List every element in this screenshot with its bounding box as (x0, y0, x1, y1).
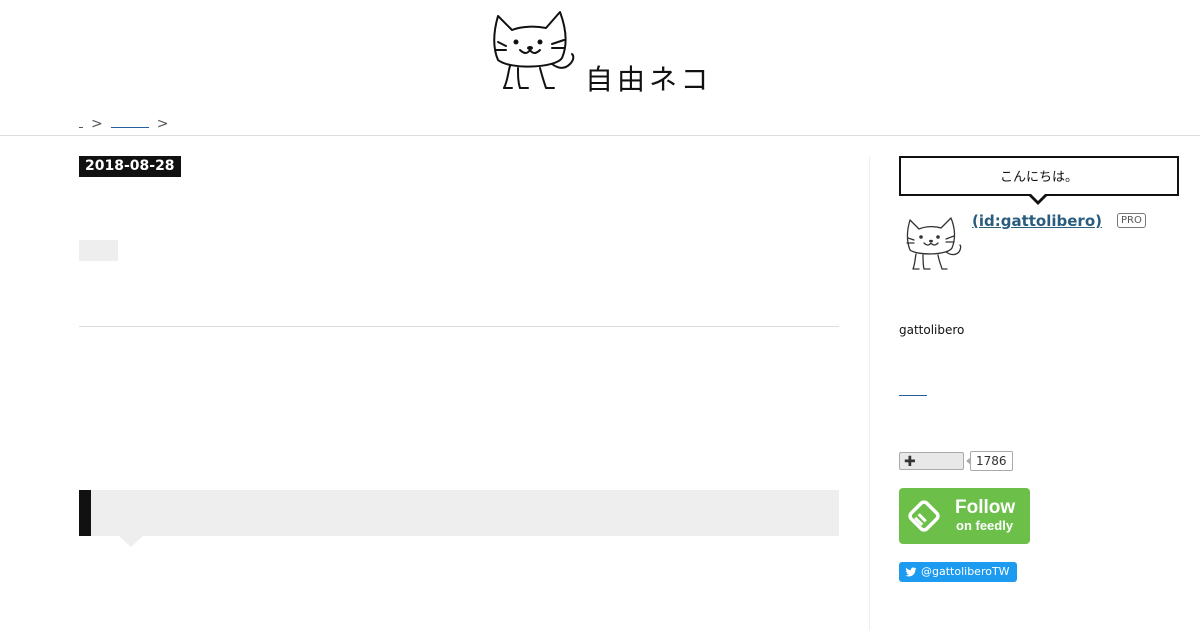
cat-logo-icon (493, 11, 575, 89)
breadcrumb-home-link[interactable] (79, 115, 83, 128)
breadcrumb-separator: > (91, 116, 103, 132)
header-divider (0, 135, 1200, 136)
feedly-sub-label: on feedly (956, 518, 1014, 533)
section-heading-bar (79, 490, 91, 536)
twitter-handle: @gattoliberoTW (921, 565, 1010, 578)
entry-date[interactable]: 2018-08-28 (79, 156, 181, 177)
breadcrumb: > > (79, 114, 168, 132)
feedly-follow-button[interactable]: Follow on feedly (899, 488, 1030, 544)
greeting-bubble-tail-inner (1030, 193, 1046, 201)
section-heading-arrow (119, 536, 143, 547)
site-logo[interactable]: 自由ネコ (490, 8, 708, 98)
site-header: 自由ネコ (0, 0, 1200, 110)
pro-badge: PRO (1117, 213, 1146, 228)
cat-avatar-icon (906, 217, 962, 270)
profile-more-link[interactable] (899, 395, 927, 396)
subscribe-button[interactable]: ✚ (899, 452, 964, 470)
breadcrumb-separator: > (156, 116, 169, 132)
greeting-bubble: こんにちは。 (899, 156, 1179, 196)
feedly-follow-label: Follow (955, 497, 1016, 518)
site-title: 自由ネコ (585, 63, 713, 96)
subscriber-count: 1786 (966, 451, 1013, 471)
sidebar-divider (869, 156, 870, 630)
section-heading (79, 490, 839, 547)
breadcrumb-category-link[interactable] (110, 114, 149, 128)
avatar[interactable] (904, 214, 964, 274)
plus-icon: ✚ (904, 454, 916, 470)
profile-name-link[interactable]: (id:gattolibero) (972, 212, 1102, 230)
entry-category-tag[interactable] (79, 240, 118, 261)
subscribe-widget: ✚ 1786 (899, 451, 1013, 471)
entry-divider (79, 326, 839, 327)
twitter-follow-button[interactable]: @gattoliberoTW (899, 562, 1017, 582)
feedly-icon (908, 500, 940, 532)
twitter-bird-icon (905, 567, 917, 577)
profile-description: gattolibero (899, 323, 965, 337)
